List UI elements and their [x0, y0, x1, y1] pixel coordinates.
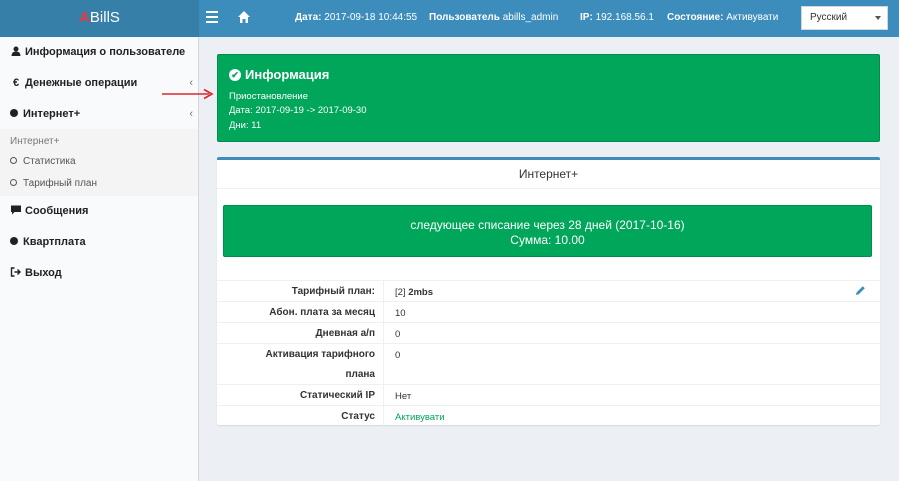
- menu-toggle-icon[interactable]: [206, 11, 218, 23]
- sidebar-item-internet[interactable]: Интернет+ ‹: [0, 99, 198, 130]
- ip-address: IP: 192.168.56.1: [580, 0, 654, 37]
- circle-outline-icon: [10, 178, 17, 186]
- tariff-id: [2]: [395, 287, 406, 298]
- sidebar-item-logout[interactable]: Выход: [0, 258, 198, 289]
- sidebar-item-label: Сообщения: [25, 205, 89, 217]
- table-row: Активация тарифного плана 0: [217, 343, 880, 384]
- comment-icon: [11, 205, 21, 215]
- state-label: Состояние:: [667, 12, 724, 23]
- daily-fee-label: Дневная а/п: [315, 328, 375, 339]
- logo-letter: A: [79, 9, 90, 26]
- sidebar-item-user-info[interactable]: Информация о пользователе: [0, 37, 198, 68]
- submenu-item-label: Статистика: [23, 156, 76, 167]
- home-icon[interactable]: [237, 10, 251, 24]
- sidebar-item-label: Денежные операции: [25, 77, 138, 89]
- account-state: Состояние: Активувати: [667, 0, 778, 37]
- info-alert: ✔ Информация Приостановление Дата: 2017-0…: [217, 54, 880, 142]
- sidebar-item-label: Информация о пользователе: [25, 46, 186, 58]
- next-charge-alert: следующее списание через 28 дней (2017-1…: [223, 205, 872, 257]
- info-title: ✔ Информация: [229, 67, 329, 82]
- current-date: Дата: 2017-09-18 10:44:55: [295, 0, 417, 37]
- internet-submenu: Интернет+ Статистика Тарифный план: [0, 129, 198, 196]
- panel-title: Интернет+: [217, 160, 880, 189]
- submenu-item-tariff[interactable]: Тарифный план: [10, 178, 97, 189]
- circle-outline-icon: [10, 156, 17, 164]
- sidebar-item-rent[interactable]: Квартплата: [0, 227, 198, 258]
- sidebar-item-label: Выход: [25, 267, 62, 279]
- next-charge-text: следующее списание через 28 дней (2017-1…: [410, 218, 685, 232]
- ip-value: 192.168.56.1: [595, 12, 654, 23]
- activation-label-line1: Активация тарифного: [265, 349, 375, 360]
- sidebar-item-label: Квартплата: [23, 236, 86, 248]
- static-ip-label: Статический IP: [299, 390, 375, 401]
- tariff-name: 2mbs: [408, 287, 434, 298]
- activation-value: 0: [395, 350, 401, 361]
- euro-icon: €: [12, 77, 20, 89]
- date-label: Дата:: [295, 12, 322, 23]
- sidebar: Информация о пользователе € Денежные опер…: [0, 37, 199, 481]
- info-days: Дни: 11: [229, 120, 262, 131]
- monthly-fee-label: Абон. плата за месяц: [269, 307, 375, 318]
- logo-text: BillS: [89, 9, 120, 26]
- chevron-down-icon: [875, 16, 881, 20]
- circle-icon: [10, 109, 18, 118]
- table-row: Статический IP Нет: [217, 384, 880, 405]
- static-ip-value: Нет: [395, 391, 412, 402]
- check-circle-icon: ✔: [229, 68, 241, 81]
- info-status: Приостановление: [229, 91, 309, 102]
- activation-label-line2: плана: [345, 369, 375, 380]
- table-row: Статус Активувати: [217, 405, 880, 426]
- top-navbar: ABillS Дата: 2017-09-18 10:44:55 Пользов…: [0, 0, 899, 37]
- app-logo[interactable]: ABillS: [0, 0, 199, 37]
- table-row: Абон. плата за месяц 10: [217, 301, 880, 322]
- pencil-icon[interactable]: [855, 285, 866, 296]
- submenu-item-stats[interactable]: Статистика: [10, 156, 76, 167]
- state-value: Активувати: [726, 12, 779, 23]
- status-value: Активувати: [395, 412, 445, 423]
- daily-fee-value: 0: [395, 329, 401, 340]
- table-row: Дневная а/п 0: [217, 322, 880, 343]
- sidebar-item-messages[interactable]: Сообщения: [0, 196, 198, 227]
- monthly-fee-value: 10: [395, 308, 406, 319]
- chevron-left-icon: ‹: [189, 108, 193, 120]
- language-value: Русский: [810, 12, 848, 23]
- charge-amount: Сумма: 10.00: [510, 233, 585, 247]
- date-value: 2017-09-18 10:44:55: [324, 12, 418, 23]
- tariff-label: Тарифный план:: [291, 286, 375, 297]
- current-user: Пользователь abills_admin: [429, 0, 558, 37]
- sign-out-icon: [10, 267, 21, 277]
- ip-label: IP:: [580, 12, 593, 23]
- table-row: Тарифный план: [2] 2mbs: [217, 280, 880, 301]
- internet-panel: Интернет+ следующее списание через 28 дн…: [217, 157, 880, 426]
- language-select[interactable]: Русский: [801, 6, 888, 30]
- info-title-text: Информация: [245, 67, 330, 82]
- submenu-item-label: Тарифный план: [23, 178, 98, 189]
- tariff-value: [2] 2mbs: [395, 287, 433, 298]
- circle-icon: [10, 237, 18, 246]
- arrow-right-icon: [162, 88, 214, 100]
- sidebar-item-label: Интернет+: [23, 108, 81, 120]
- info-date: Дата: 2017-09-19 -> 2017-09-30: [229, 105, 367, 116]
- status-label: Статус: [341, 411, 375, 422]
- user-icon: [11, 46, 21, 57]
- submenu-header: Интернет+: [10, 136, 60, 147]
- user-value: abills_admin: [502, 12, 559, 23]
- user-label: Пользователь: [429, 12, 500, 23]
